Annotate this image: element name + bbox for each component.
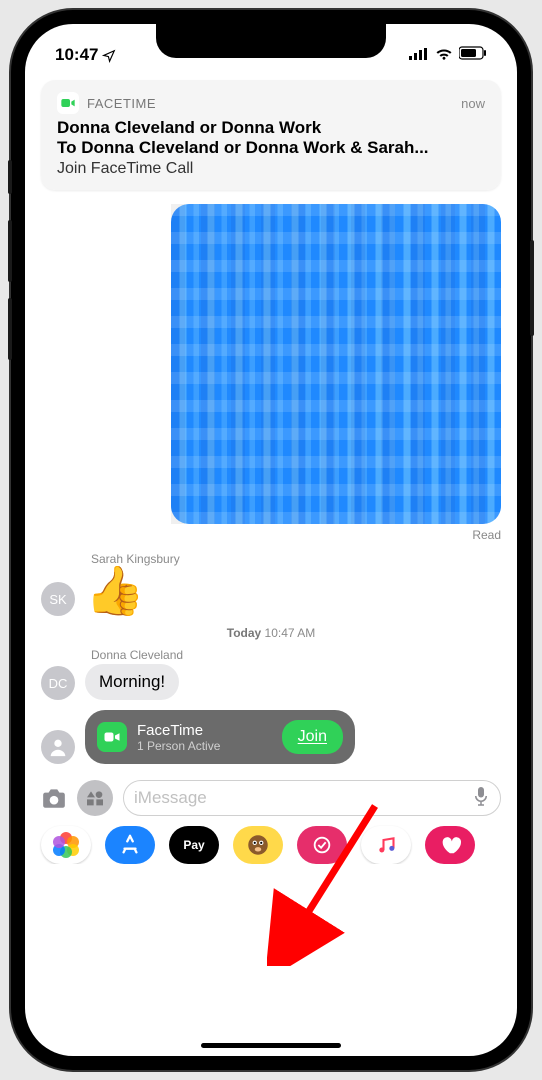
app-animoji[interactable]: [233, 826, 283, 864]
sender-label: Donna Cleveland: [91, 648, 501, 662]
wifi-icon: [435, 45, 453, 65]
message-input[interactable]: iMessage: [123, 780, 501, 816]
camera-button[interactable]: [41, 787, 67, 809]
avatar[interactable]: [41, 730, 75, 764]
notification-app-label: FACETIME: [87, 96, 453, 111]
outgoing-message-redacted: [171, 204, 501, 524]
location-icon: [102, 48, 116, 62]
signal-icon: [409, 45, 429, 65]
messages-thread[interactable]: Read Sarah Kingsbury SK 👍 Today 10:47 AM…: [25, 198, 517, 764]
incoming-message: Morning!: [85, 664, 179, 700]
notification-title: Donna Cleveland or Donna Work: [57, 118, 485, 138]
join-button[interactable]: Join: [282, 720, 343, 754]
facetime-card-subtitle: 1 Person Active: [137, 739, 272, 753]
message-input-bar: iMessage: [25, 774, 517, 820]
sender-label: Sarah Kingsbury: [91, 552, 501, 566]
facetime-icon: [97, 722, 127, 752]
avatar[interactable]: DC: [41, 666, 75, 700]
home-indicator[interactable]: [201, 1043, 341, 1048]
app-photos[interactable]: [41, 826, 91, 864]
app-digitaltouch[interactable]: [297, 826, 347, 864]
microphone-icon[interactable]: [472, 785, 490, 812]
app-music[interactable]: [361, 826, 411, 864]
clock: 10:47: [55, 45, 98, 65]
timestamp: Today 10:47 AM: [41, 626, 501, 640]
imessage-apps-strip[interactable]: Pay: [25, 820, 517, 864]
notification-subtitle: To Donna Cleveland or Donna Work & Sarah…: [57, 138, 485, 158]
facetime-notification[interactable]: FACETIME now Donna Cleveland or Donna Wo…: [41, 80, 501, 190]
notification-body: Join FaceTime Call: [57, 160, 485, 178]
thumbs-up-emoji: 👍: [85, 568, 145, 616]
app-appstore[interactable]: [105, 826, 155, 864]
read-receipt: Read: [41, 528, 501, 542]
apps-button[interactable]: [77, 780, 113, 816]
facetime-app-icon: [57, 92, 79, 114]
app-applepay[interactable]: Pay: [169, 826, 219, 864]
notification-time: now: [461, 96, 485, 111]
battery-icon: [459, 45, 487, 65]
facetime-call-card[interactable]: FaceTime 1 Person Active Join: [85, 710, 355, 764]
input-placeholder: iMessage: [134, 788, 207, 808]
facetime-card-title: FaceTime: [137, 722, 272, 739]
avatar[interactable]: SK: [41, 582, 75, 616]
app-heart[interactable]: [425, 826, 475, 864]
